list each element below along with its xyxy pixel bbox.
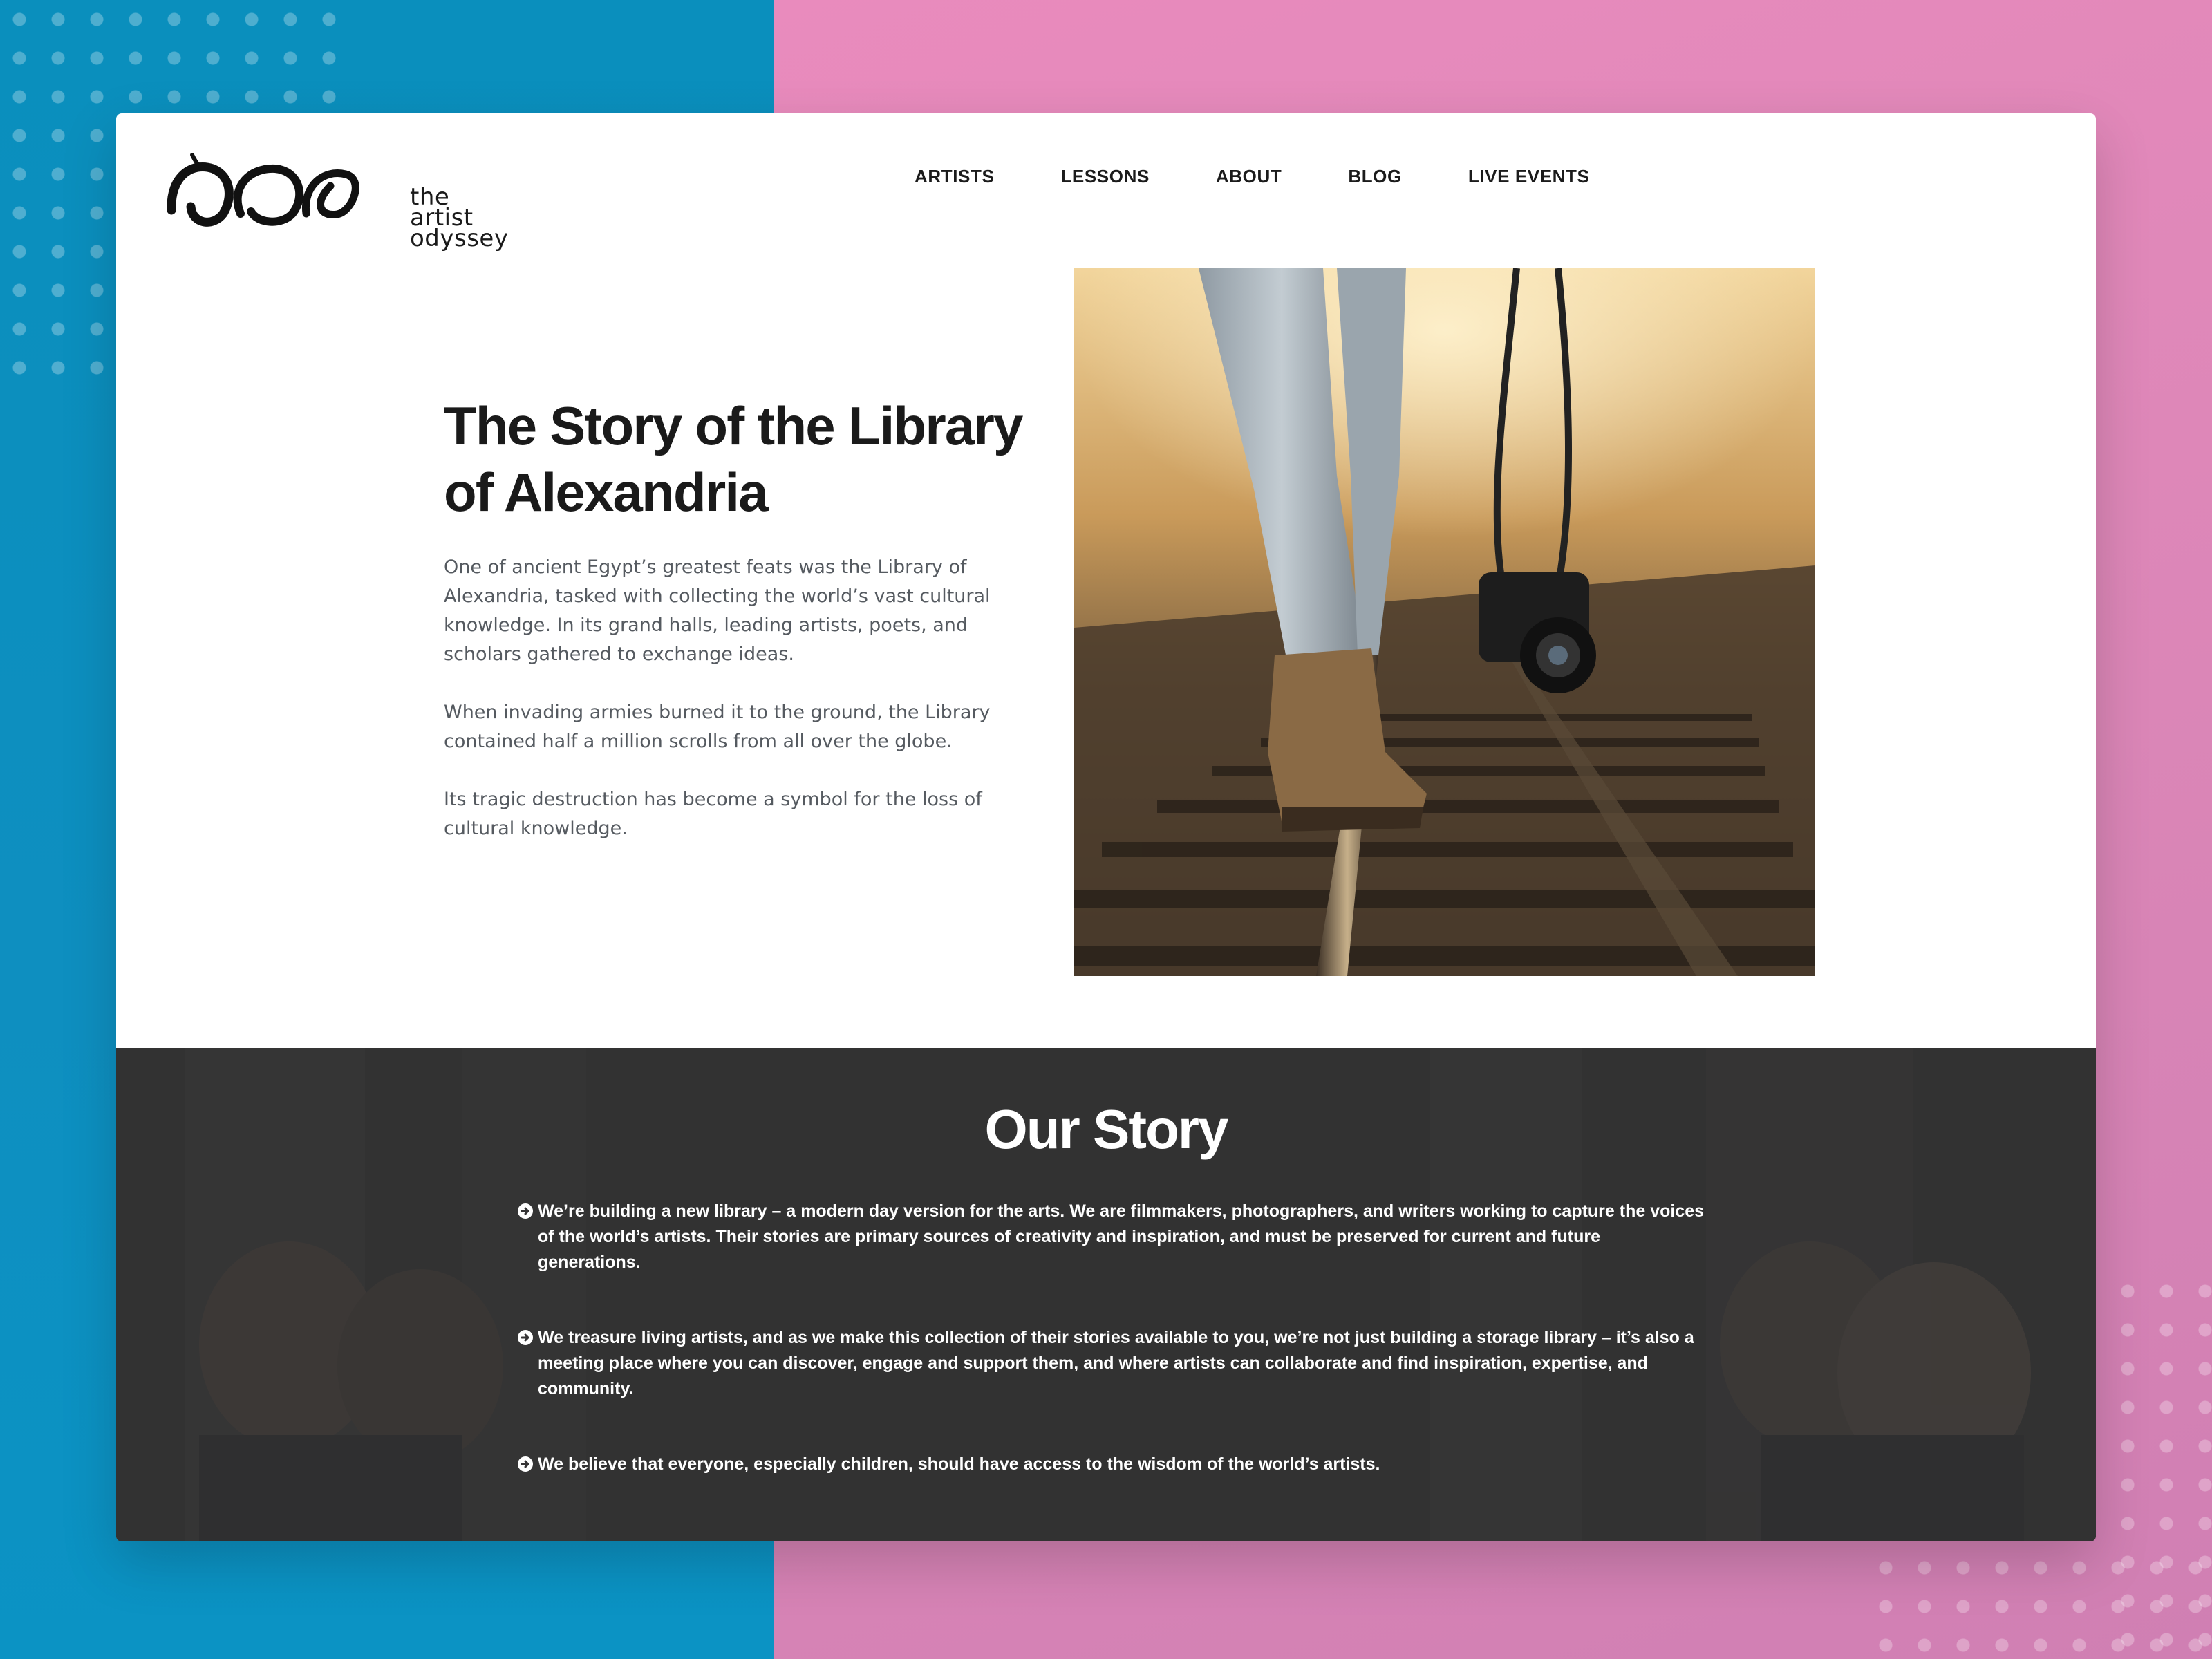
hero-photo	[1074, 268, 1815, 976]
hero-paragraph: When invading armies burned it to the gr…	[444, 702, 991, 752]
hero-text-block: The Story of the Library of Alexandria O…	[444, 393, 1052, 843]
website-mockup-card: the artist odyssey ARTISTS LESSONS ABOUT…	[116, 113, 2096, 1541]
site-logo[interactable]: the artist odyssey	[165, 148, 508, 250]
site-header: the artist odyssey ARTISTS LESSONS ABOUT…	[116, 113, 2096, 265]
nav-about[interactable]: ABOUT	[1216, 166, 1282, 187]
story-item-text: We believe that everyone, especially chi…	[538, 1454, 1380, 1474]
nav-blog[interactable]: BLOG	[1348, 166, 1402, 187]
story-item-text: We treasure living artists, and as we ma…	[538, 1328, 1694, 1398]
circle-arrow-right-icon	[518, 1330, 533, 1345]
story-item-text: We’re building a new library – a modern …	[538, 1201, 1705, 1272]
list-item: We treasure living artists, and as we ma…	[517, 1325, 1706, 1402]
hero-title-line2: of Alexandria	[444, 462, 769, 523]
hero-title-line1: The Story of the Library	[444, 395, 1023, 456]
main-navigation: ARTISTS LESSONS ABOUT BLOG LIVE EVENTS	[915, 166, 1589, 187]
list-item: We’re building a new library – a modern …	[517, 1199, 1706, 1275]
photo-rail-walker-image	[1074, 268, 1815, 976]
logo-word-odyssey: odyssey	[410, 225, 509, 252]
decorative-dot-pattern	[2108, 1272, 2212, 1659]
circle-arrow-right-icon	[518, 1456, 533, 1472]
circle-arrow-right-icon	[518, 1203, 533, 1219]
nav-lessons[interactable]: LESSONS	[1060, 166, 1149, 187]
hero-paragraph: Its tragic destruction has become a symb…	[444, 789, 982, 839]
hero-title: The Story of the Library of Alexandria	[444, 393, 1052, 525]
hero-paragraph: One of ancient Egypt’s greatest feats wa…	[444, 556, 991, 665]
list-item: We believe that everyone, especially chi…	[517, 1452, 1706, 1477]
our-story-list: We’re building a new library – a modern …	[517, 1199, 1706, 1477]
nav-artists[interactable]: ARTISTS	[915, 166, 994, 187]
logo-wordmark: the artist odyssey	[410, 185, 509, 252]
our-story-section: Our Story We’re building a new library –…	[116, 1048, 2096, 1541]
our-story-title: Our Story	[984, 1098, 1229, 1160]
artist-odyssey-brush-logo-icon	[167, 153, 359, 227]
nav-live-events[interactable]: LIVE EVENTS	[1468, 166, 1590, 187]
